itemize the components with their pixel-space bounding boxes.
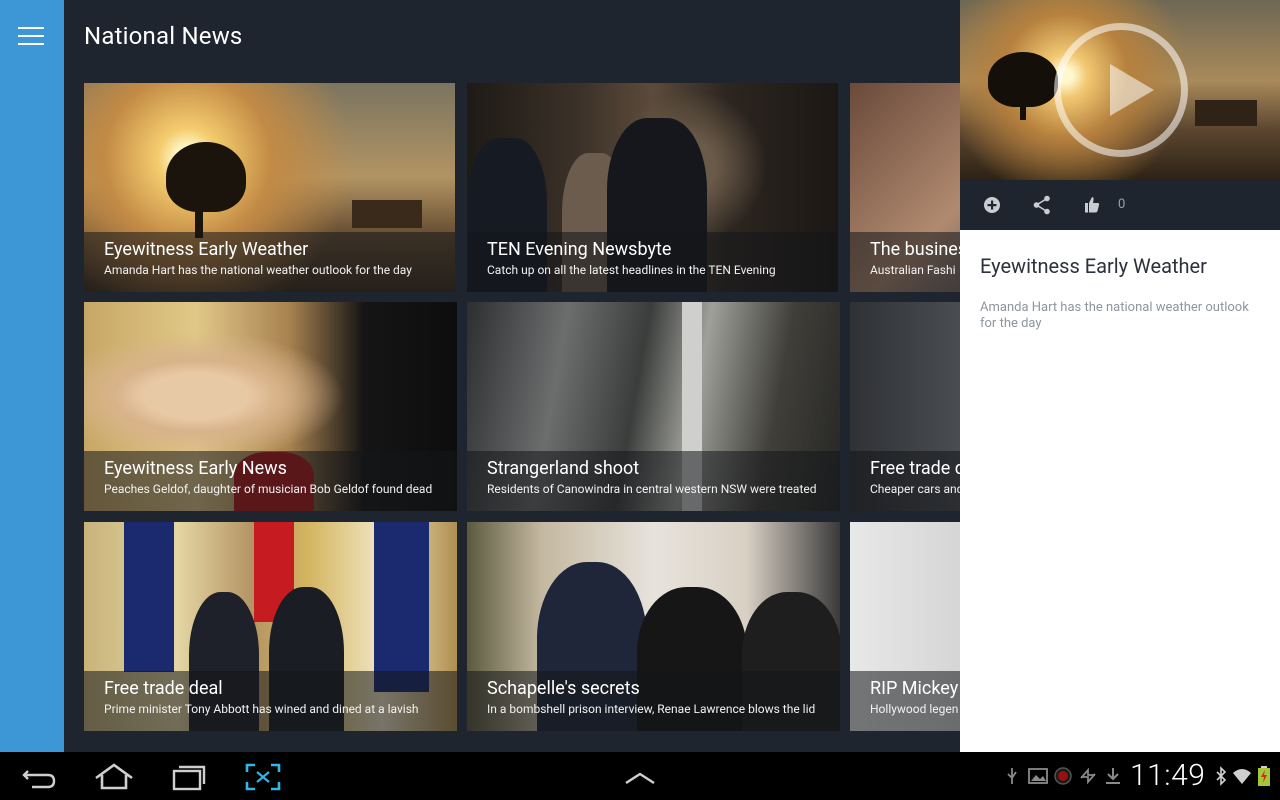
status-area: 11:49 <box>1000 752 1280 800</box>
detail-title: Eyewitness Early Weather <box>980 254 1207 278</box>
article-caption: Eyewitness Early News Peaches Geldof, da… <box>84 451 457 511</box>
article-subtitle: Australian Fashi <box>870 263 956 277</box>
article-card[interactable]: Strangerland shoot Residents of Canowind… <box>467 302 840 511</box>
sync-icon <box>1080 767 1096 785</box>
article-card[interactable]: Eyewitness Early News Peaches Geldof, da… <box>84 302 457 511</box>
article-title: RIP Mickey <box>870 678 959 699</box>
like-count: 0 <box>1118 197 1126 212</box>
article-caption: TEN Evening Newsbyte Catch up on all the… <box>467 232 838 292</box>
article-caption: RIP Mickey Hollywood legen <box>850 671 960 731</box>
nav-rail <box>0 0 64 752</box>
screenshot-icon[interactable] <box>243 762 283 792</box>
article-subtitle: Prime minister Tony Abbott has wined and… <box>104 702 419 716</box>
article-subtitle: Cheaper cars and <box>870 482 960 496</box>
battery-charging-icon <box>1258 766 1270 786</box>
chevron-up-icon[interactable] <box>620 762 660 792</box>
system-bar: 11:49 <box>0 752 1280 800</box>
article-card[interactable]: Free trade d Cheaper cars and <box>850 302 960 511</box>
recent-apps-icon[interactable] <box>170 762 208 792</box>
play-icon[interactable] <box>1054 23 1188 157</box>
add-icon[interactable] <box>980 193 1004 217</box>
gallery-icon <box>1028 768 1048 784</box>
article-title: Strangerland shoot <box>487 458 640 479</box>
thumbs-up-icon[interactable] <box>1080 193 1104 217</box>
article-card[interactable]: TEN Evening Newsbyte Catch up on all the… <box>467 83 838 292</box>
article-subtitle: Catch up on all the latest headlines in … <box>487 263 776 277</box>
article-title: Schapelle's secrets <box>487 678 640 699</box>
wifi-icon <box>1233 769 1251 784</box>
clock: 11:49 <box>1130 758 1206 793</box>
detail-description: Amanda Hart has the national weather out… <box>980 300 1249 331</box>
usb-icon <box>1007 768 1017 784</box>
share-icon[interactable] <box>1030 193 1054 217</box>
article-subtitle: Peaches Geldof, daughter of musician Bob… <box>104 482 433 496</box>
article-card[interactable]: Free trade deal Prime minister Tony Abbo… <box>84 522 457 731</box>
article-caption: Schapelle's secrets In a bombshell priso… <box>467 671 840 731</box>
article-card[interactable]: The busines Australian Fashi <box>850 83 960 292</box>
article-title: Free trade d <box>870 458 960 479</box>
article-title: TEN Evening Newsbyte <box>487 239 672 260</box>
record-icon <box>1054 767 1072 785</box>
article-caption: The busines Australian Fashi <box>850 232 960 292</box>
article-subtitle: Amanda Hart has the national weather out… <box>104 263 412 277</box>
back-icon[interactable] <box>20 762 60 792</box>
article-card[interactable]: Eyewitness Early Weather Amanda Hart has… <box>84 83 455 292</box>
article-title: Eyewitness Early News <box>104 458 287 479</box>
news-list-area: National News Eyewitness Early Weather A… <box>64 0 960 752</box>
detail-actions-bar: 0 <box>960 180 1280 230</box>
download-icon <box>1106 768 1120 784</box>
article-subtitle: In a bombshell prison interview, Renae L… <box>487 702 816 716</box>
article-title: The busines <box>870 239 960 260</box>
article-subtitle: Residents of Canowindra in central weste… <box>487 482 817 496</box>
article-card[interactable]: RIP Mickey Hollywood legen <box>850 522 960 731</box>
article-caption: Free trade d Cheaper cars and <box>850 451 960 511</box>
article-caption: Strangerland shoot Residents of Canowind… <box>467 451 840 511</box>
article-title: Free trade deal <box>104 678 223 699</box>
home-icon[interactable] <box>92 762 136 792</box>
page-title: National News <box>84 22 243 50</box>
article-card[interactable]: Schapelle's secrets In a bombshell priso… <box>467 522 840 731</box>
menu-icon[interactable] <box>15 24 49 48</box>
article-title: Eyewitness Early Weather <box>104 239 309 260</box>
video-thumbnail <box>960 0 1280 180</box>
bluetooth-icon <box>1216 766 1227 786</box>
article-caption: Free trade deal Prime minister Tony Abbo… <box>84 671 457 731</box>
article-subtitle: Hollywood legen <box>870 702 959 716</box>
detail-panel: 0 Eyewitness Early Weather Amanda Hart h… <box>960 0 1280 752</box>
article-grid: Eyewitness Early Weather Amanda Hart has… <box>84 83 960 743</box>
article-caption: Eyewitness Early Weather Amanda Hart has… <box>84 232 455 292</box>
